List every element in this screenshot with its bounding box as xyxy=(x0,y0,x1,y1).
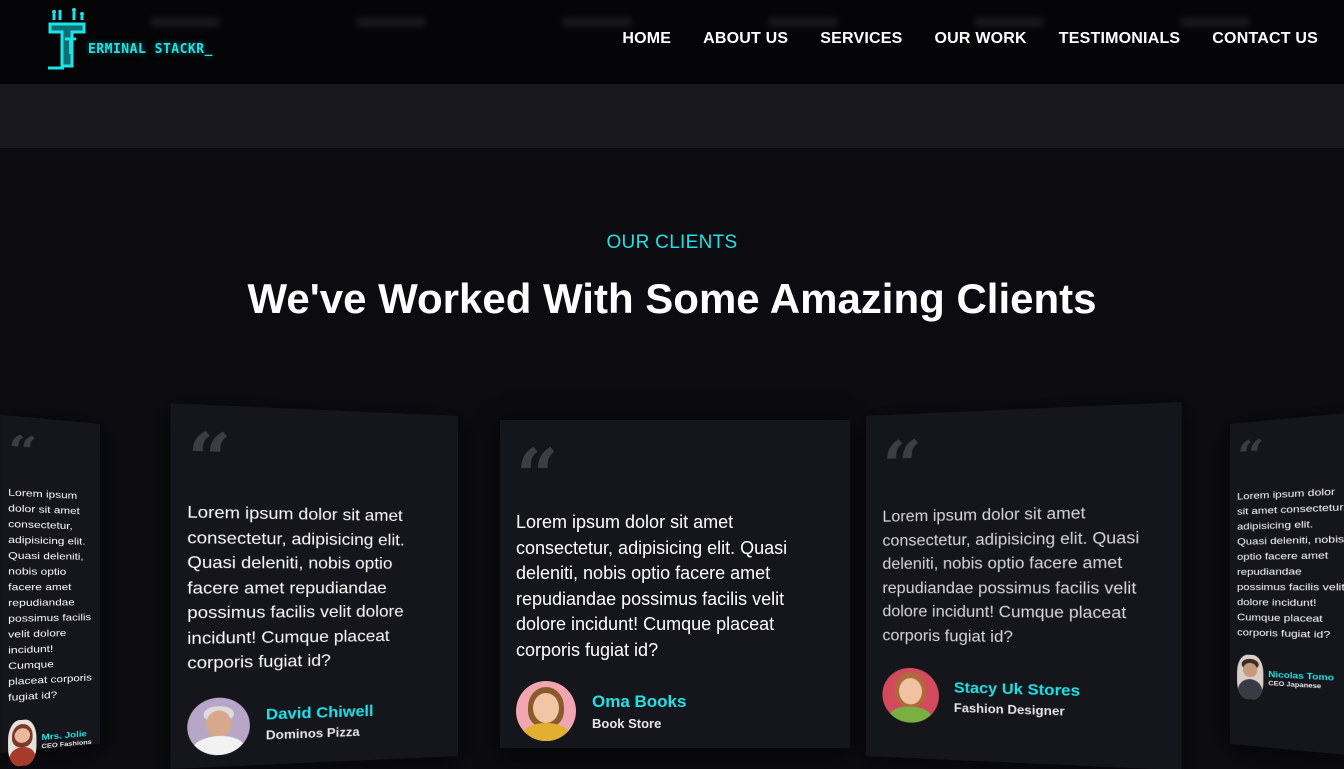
nav-services[interactable]: SERVICES xyxy=(820,30,902,48)
site-logo[interactable]: T ERMINAL STACKR_ xyxy=(44,6,244,74)
site-header: T ERMINAL STACKR_ HOME ABOUT US SERVICES… xyxy=(0,0,1344,84)
quote-icon: “ xyxy=(516,440,834,492)
avatar-icon xyxy=(187,696,250,756)
avatar-icon xyxy=(516,681,576,741)
testimonial-author: Oma Books Book Store xyxy=(516,681,834,741)
testimonial-text: Lorem ipsum dolor sit amet consectetur, … xyxy=(516,510,834,663)
nav-our-work[interactable]: OUR WORK xyxy=(935,30,1027,48)
quote-icon: “ xyxy=(882,422,1162,485)
quote-icon: “ xyxy=(1237,428,1344,472)
main-nav: HOME ABOUT US SERVICES OUR WORK TESTIMON… xyxy=(622,30,1318,48)
testimonial-author: Mrs. Jolie CEO Fashions xyxy=(8,715,93,768)
author-role: Dominos Pizza xyxy=(266,724,374,743)
author-role: Fashion Designer xyxy=(954,700,1080,719)
testimonial-text: Lorem ipsum dolor sit amet consectetur, … xyxy=(882,500,1162,652)
author-name: David Chiwell xyxy=(266,703,374,724)
author-role: Book Store xyxy=(592,716,686,731)
nav-about-us[interactable]: ABOUT US xyxy=(703,30,788,48)
avatar-icon xyxy=(1237,654,1263,700)
header-band xyxy=(0,84,1344,148)
testimonial-carousel[interactable]: “ Lorem ipsum dolor sit amet consectetur… xyxy=(0,400,1344,768)
testimonial-card-right[interactable]: “ Lorem ipsum dolor sit amet consectetur… xyxy=(866,402,1182,769)
testimonial-author: David Chiwell Dominos Pizza xyxy=(187,691,443,756)
nav-testimonials[interactable]: TESTIMONIALS xyxy=(1059,30,1181,48)
logo-text: ERMINAL STACKR_ xyxy=(88,42,213,57)
quote-icon: “ xyxy=(187,423,443,485)
testimonial-card-far-right[interactable]: “ Lorem ipsum dolor sit amet consectetur… xyxy=(1230,412,1344,755)
section-eyebrow: OUR CLIENTS xyxy=(0,232,1344,254)
nav-home[interactable]: HOME xyxy=(622,30,671,48)
section-headline: We've Worked With Some Amazing Clients xyxy=(0,275,1344,323)
author-name: Stacy Uk Stores xyxy=(954,679,1080,700)
testimonial-card-far-left[interactable]: “ Lorem ipsum dolor sit amet consectetur… xyxy=(0,415,100,754)
avatar-icon xyxy=(8,719,36,767)
logo-icon: T xyxy=(44,8,92,72)
author-role: CEO Japanese xyxy=(1268,681,1334,691)
testimonial-text: Lorem ipsum dolor sit amet consectetur, … xyxy=(1237,484,1344,644)
avatar-icon xyxy=(882,667,939,723)
testimonial-card-left[interactable]: “ Lorem ipsum dolor sit amet consectetur… xyxy=(171,403,458,769)
svg-text:T: T xyxy=(64,35,77,60)
testimonial-author: Nicolas Tomo CEO Japanese xyxy=(1237,654,1344,706)
testimonial-author: Stacy Uk Stores Fashion Designer xyxy=(882,667,1162,731)
testimonial-card-active[interactable]: “ Lorem ipsum dolor sit amet consectetur… xyxy=(500,420,850,748)
nav-contact-us[interactable]: CONTACT US xyxy=(1212,30,1318,48)
quote-icon: “ xyxy=(8,430,93,471)
author-name: Oma Books xyxy=(592,692,686,712)
testimonial-text: Lorem ipsum dolor sit amet consectetur, … xyxy=(187,500,443,676)
testimonial-text: Lorem ipsum dolor sit amet consectetur, … xyxy=(8,485,93,706)
